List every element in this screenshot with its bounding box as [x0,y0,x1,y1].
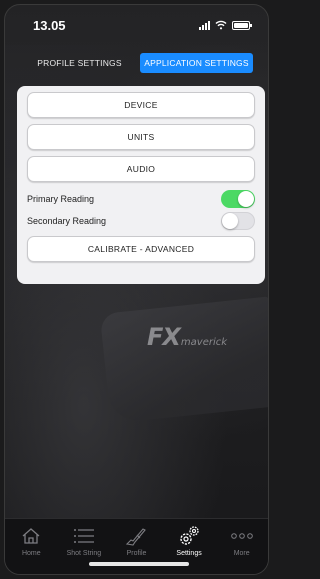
list-icon [72,525,96,547]
rifle-icon [124,525,148,547]
status-bar: 13.05 [5,5,268,45]
tab-application-settings[interactable]: APPLICATION SETTINGS [140,53,253,73]
tabbar-item-home[interactable]: Home [6,525,56,557]
tab-profile-settings[interactable]: PROFILE SETTINGS [23,53,136,73]
settings-panel: DEVICE UNITS AUDIO Primary Reading Secon… [17,86,265,284]
tabbar-item-settings[interactable]: Settings [164,525,214,557]
device-button[interactable]: DEVICE [27,92,255,118]
status-time: 13.05 [33,17,66,33]
battery-icon [232,20,252,30]
tabbar-label-profile: Profile [126,550,147,557]
toggle-knob [238,191,254,207]
tabbar-item-shot-string[interactable]: Shot String [59,525,109,557]
secondary-reading-label: Secondary Reading [27,216,107,226]
secondary-reading-row: Secondary Reading [27,210,255,232]
gear-icon [177,525,201,547]
more-icon [230,525,254,547]
tabbar-label-settings: Settings [176,550,202,557]
status-icons [199,20,252,30]
signal-icon [199,20,210,30]
units-button[interactable]: UNITS [27,124,255,150]
primary-reading-row: Primary Reading [27,188,255,210]
phone-screen: FXmaverick 13.05 PROFILE SETTINGS APPLIC… [4,4,269,575]
background-logo: FXmaverick [147,323,228,351]
primary-reading-toggle[interactable] [221,190,255,208]
primary-reading-label: Primary Reading [27,194,95,204]
tabbar-label-more: More [233,550,250,557]
wifi-icon [215,20,227,30]
tabbar-label-shot-string: Shot String [66,550,102,557]
tabbar-label-home: Home [21,550,41,557]
audio-button[interactable]: AUDIO [27,156,255,182]
calibrate-advanced-button[interactable]: CALIBRATE - ADVANCED [27,236,255,262]
home-icon [19,525,43,547]
tabbar-item-more[interactable]: More [217,525,267,557]
home-indicator [89,562,189,566]
secondary-reading-toggle[interactable] [221,212,255,230]
background-rifle-shape [99,296,268,424]
tabbar-item-profile[interactable]: Profile [111,525,161,557]
settings-tabs: PROFILE SETTINGS APPLICATION SETTINGS [23,53,253,73]
toggle-knob [222,213,238,229]
